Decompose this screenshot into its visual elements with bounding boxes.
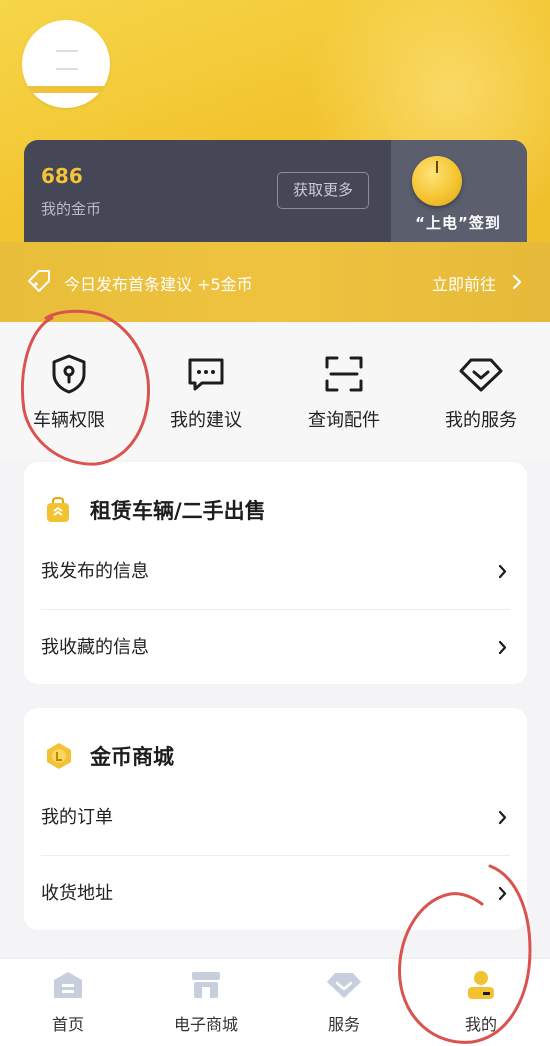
tab-store[interactable]: 电子商城 [151,969,261,1035]
list-item-label: 收货地址 [41,883,113,904]
store-icon [192,972,220,998]
quick-action-vehicle-permission[interactable]: 车辆权限 [14,352,124,432]
tab-label: 服务 [327,1015,360,1034]
coin-mall-section-card: 金币商城 我的订单 收货地址 [24,708,527,930]
home-icon [54,972,82,998]
rental-section-card: 租赁车辆/二手出售 我发布的信息 我收藏的信息 [24,462,527,684]
diamond-tab-icon [327,973,361,998]
signin-label[interactable]: “上电”签到 [398,212,518,233]
power-knob-icon[interactable] [412,156,462,206]
avatar-detail [28,86,104,93]
knob-indicator [436,161,438,173]
tab-label: 我的 [464,1015,497,1034]
list-item-label: 我的订单 [41,807,113,828]
avatar[interactable] [22,20,110,108]
scan-icon [325,356,363,392]
quick-action-label: 我的建议 [170,410,242,431]
bottom-tab-bar: 首页 电子商城 服务 我的 [0,958,550,1046]
avatar-detail [56,68,78,70]
list-item-my-orders[interactable]: 我的订单 [24,780,527,856]
list-item-shipping-address[interactable]: 收货地址 [24,856,527,932]
quick-action-label: 查询配件 [308,410,380,431]
tab-label: 电子商城 [173,1015,238,1034]
quick-action-label: 我的服务 [445,410,517,431]
tab-label: 首页 [51,1015,84,1034]
get-more-button[interactable]: 获取更多 [277,172,369,209]
chevron-right-icon [498,886,507,901]
chevron-right-icon [498,564,507,579]
quick-action-my-suggestions[interactable]: 我的建议 [151,352,261,432]
chevron-right-icon [498,810,507,825]
list-item-my-posts[interactable]: 我发布的信息 [24,534,527,610]
tab-home[interactable]: 首页 [13,969,123,1035]
quick-action-my-services[interactable]: 我的服务 [426,352,536,432]
bag-icon [47,496,69,522]
coin-balance-label: 我的金币 [41,200,102,218]
chevron-right-icon [512,274,522,290]
quick-action-label: 车辆权限 [33,410,105,431]
list-item-label: 我收藏的信息 [41,637,149,658]
coin-icon [47,743,71,769]
shield-key-icon [52,354,86,394]
diamond-icon [459,358,503,392]
banner-link[interactable]: 立即前往 [432,271,496,295]
message-dots-icon [188,358,224,391]
tab-mine[interactable]: 我的 [426,969,536,1035]
list-item-my-favorites[interactable]: 我收藏的信息 [24,610,527,686]
tab-service[interactable]: 服务 [289,969,399,1035]
profile-icon [468,971,494,999]
chevron-right-icon [498,640,507,655]
coin-balance: 686 [41,164,83,188]
banner-text: 今日发布首条建议 +5金币 [64,275,253,294]
quick-action-query-parts[interactable]: 查询配件 [289,352,399,432]
avatar-detail [56,50,78,52]
list-item-label: 我发布的信息 [41,561,149,582]
tag-icon [28,270,50,292]
section-title: 金币商城 [90,745,174,769]
section-title: 租赁车辆/二手出售 [90,499,266,523]
